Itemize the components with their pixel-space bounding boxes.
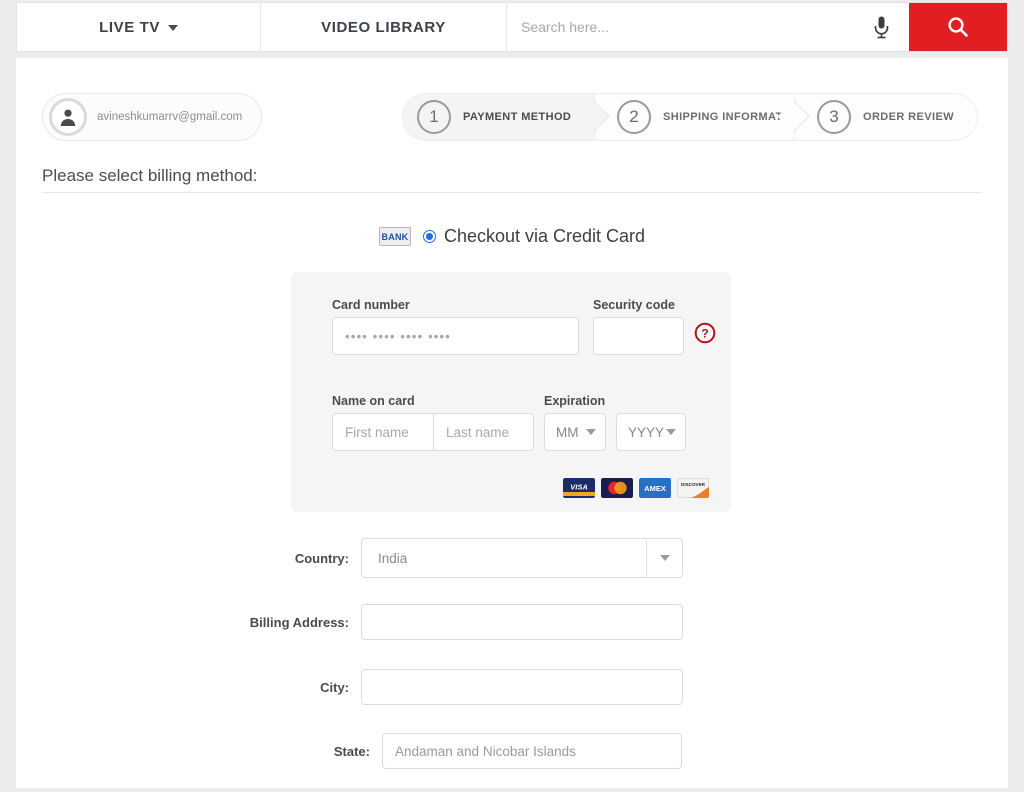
country-label: Country: <box>294 550 349 566</box>
security-code-input[interactable] <box>593 317 684 355</box>
mastercard-icon <box>601 478 633 498</box>
user-avatar-icon <box>49 98 87 136</box>
nav-item-video-library[interactable]: VIDEO LIBRARY <box>261 3 507 51</box>
chevron-down-icon <box>586 429 596 435</box>
city-label: City: <box>320 679 349 695</box>
security-code-label: Security code <box>593 298 675 312</box>
card-number-label: Card number <box>332 298 410 312</box>
expiration-month-select[interactable]: MM <box>544 413 606 451</box>
expiration-month-value: MM <box>556 424 579 440</box>
country-select[interactable]: India <box>361 538 683 578</box>
step-shipping-information[interactable]: 2 SHIPPING INFORMATION <box>594 93 803 141</box>
bank-icon: BANK <box>378 227 411 246</box>
state-row: State: <box>16 733 1008 769</box>
state-label: State: <box>333 743 370 759</box>
svg-text:DISCOVER: DISCOVER <box>681 482 706 487</box>
step-3-number: 3 <box>817 100 851 134</box>
question-mark-circle-icon[interactable]: ? <box>694 322 716 349</box>
payment-option-row: BANK Checkout via Credit Card <box>16 226 1008 247</box>
search-area <box>507 3 1007 51</box>
accepted-card-brands: VISA AMEX DISCOVER <box>563 478 709 498</box>
billing-address-input[interactable] <box>361 604 683 640</box>
expiration-year-select[interactable]: YYYY <box>616 413 686 451</box>
microphone-icon <box>874 16 888 38</box>
card-number-input[interactable] <box>332 317 579 355</box>
account-chip[interactable]: avineshkumarrv@gmail.com <box>42 93 262 141</box>
credit-card-form-panel: Card number Security code ? Name on card… <box>291 272 731 512</box>
discover-icon: DISCOVER <box>677 478 709 498</box>
credit-card-radio[interactable] <box>422 230 436 243</box>
step-3-label: ORDER REVIEW <box>863 111 954 123</box>
expiration-label: Expiration <box>544 394 606 408</box>
search-input[interactable] <box>507 4 853 50</box>
first-name-input[interactable] <box>332 413 433 451</box>
account-email-label: avineshkumarrv@gmail.com <box>97 111 243 123</box>
step-1-number: 1 <box>417 100 451 134</box>
country-value: India <box>378 550 408 566</box>
svg-text:AMEX: AMEX <box>644 484 666 493</box>
billing-address-label: Billing Address: <box>249 614 349 630</box>
visa-icon: VISA <box>563 478 595 498</box>
expiration-year-value: YYYY <box>628 424 665 440</box>
svg-text:?: ? <box>701 327 708 341</box>
step-payment-method[interactable]: 1 PAYMENT METHOD <box>402 93 594 141</box>
nav-live-tv-label: LIVE TV <box>99 18 160 36</box>
amex-icon: AMEX <box>639 478 671 498</box>
checkout-page-panel: avineshkumarrv@gmail.com 1 PAYMENT METHO… <box>16 58 1008 788</box>
checkout-progress-steps: 1 PAYMENT METHOD 2 SHIPPING INFORMATION … <box>402 93 978 141</box>
nav-video-library-label: VIDEO LIBRARY <box>321 18 446 36</box>
city-row: City: <box>16 669 1008 705</box>
dropdown-arrow-button[interactable] <box>646 539 682 577</box>
search-icon <box>948 17 968 37</box>
step-order-review[interactable]: 3 ORDER REVIEW <box>794 93 978 141</box>
chevron-down-icon <box>659 555 670 561</box>
top-navigation-bar: LIVE TV VIDEO LIBRARY <box>16 2 1008 52</box>
svg-text:VISA: VISA <box>570 483 588 492</box>
state-input[interactable] <box>382 733 682 769</box>
country-row: Country: India <box>16 538 1008 578</box>
nav-item-live-tv[interactable]: LIVE TV <box>17 3 261 51</box>
billing-method-heading: Please select billing method: <box>42 166 258 185</box>
microphone-button[interactable] <box>853 3 909 51</box>
step-1-label: PAYMENT METHOD <box>463 111 572 123</box>
step-2-number: 2 <box>617 100 651 134</box>
search-button[interactable] <box>909 3 1007 51</box>
radio-selected-dot <box>425 233 433 240</box>
billing-address-row: Billing Address: <box>16 604 1008 640</box>
heading-divider <box>42 192 982 193</box>
step-2-label: SHIPPING INFORMATION <box>663 111 804 123</box>
last-name-input[interactable] <box>433 413 534 451</box>
chevron-down-icon <box>167 25 178 31</box>
chevron-down-icon <box>666 429 676 435</box>
credit-card-option-label[interactable]: Checkout via Credit Card <box>444 226 645 247</box>
name-on-card-label: Name on card <box>332 394 415 408</box>
city-input[interactable] <box>361 669 683 705</box>
